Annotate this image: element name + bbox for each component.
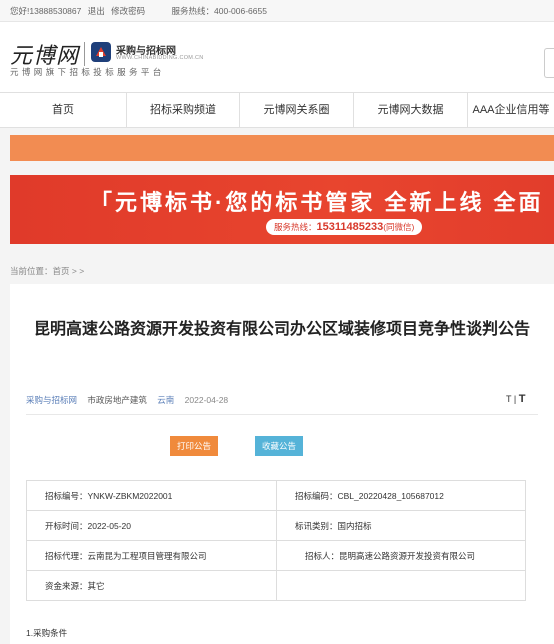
nav-item-bigdata[interactable]: 元博网大数据 — [354, 93, 468, 127]
banner-hotline-label: 服务热线： — [274, 222, 317, 232]
logo-divider — [84, 42, 85, 66]
bid-code: 招标编码：CBL_20220428_105687012 — [295, 491, 444, 501]
main-nav: 首页 招标采购频道 元博网关系圈 元博网大数据 AAA企业信用等 — [0, 92, 554, 128]
publish-date: 2022-04-28 — [184, 395, 229, 405]
change-password-link[interactable]: 修改密码 — [111, 6, 145, 16]
breadcrumb: 当前位置：首页 > > — [10, 266, 85, 276]
top-bar: 您好!13888530867 退出 修改密码 服务热线：400-006-6655 — [0, 0, 554, 22]
service-hotline: 服务热线：400-006-6655 — [171, 6, 267, 16]
search-input[interactable] — [544, 48, 554, 78]
print-button[interactable]: 打印公告 — [170, 436, 219, 456]
nav-item-procurement[interactable]: 招标采购频道 — [127, 93, 240, 127]
source-link[interactable]: 采购与招标网 — [26, 395, 77, 405]
chinabidding-logo-icon — [91, 42, 111, 62]
info-table: 招标编号：YNKW-ZBKM2022001 招标编码：CBL_20220428_… — [26, 480, 526, 601]
article-panel: 昆明高速公路资源开发投资有限公司办公区域装修项目竞争性谈判公告 采购与招标网 市… — [10, 284, 554, 644]
category-label: 市政房地产建筑 — [87, 395, 147, 405]
promo-strip[interactable] — [10, 135, 554, 161]
font-large-button[interactable]: T — [519, 393, 526, 405]
divider — [26, 414, 538, 415]
banner-hotline-suffix: (同微信) — [383, 222, 415, 232]
tenderer: 招标人：昆明高速公路资源开发投资有限公司 — [305, 551, 476, 561]
logout-link[interactable]: 退出 — [88, 6, 105, 16]
bid-type: 标讯类别：国内招标 — [295, 521, 372, 531]
font-small-button[interactable]: T — [506, 394, 511, 404]
promo-banner[interactable]: 「元博标书·您的标书管家 全新上线 全面 服务热线：15311485233(同微… — [10, 175, 554, 244]
nav-item-circle[interactable]: 元博网关系圈 — [240, 93, 354, 127]
nav-item-home[interactable]: 首页 — [0, 93, 127, 127]
nav-item-credit[interactable]: AAA企业信用等 — [468, 93, 554, 127]
banner-hotline: 服务热线：15311485233(同微信) — [266, 219, 423, 235]
user-greeting: 您好!13888530867 — [10, 6, 82, 16]
site-slogan: 元博网旗下招标投标服务平台 — [10, 67, 165, 77]
article-meta: 采购与招标网 市政房地产建筑 云南 2022-04-28 — [26, 394, 228, 406]
section-heading: 1.采购条件 — [26, 628, 68, 638]
funding-source: 资金来源：其它 — [45, 581, 105, 591]
partner-url: WWW.CHINABIDDING.COM.CN — [116, 55, 204, 61]
bid-number: 招标编号：YNKW-ZBKM2022001 — [45, 491, 173, 501]
region-link[interactable]: 云南 — [157, 395, 174, 405]
banner-headline: 「元博标书·您的标书管家 全新上线 全面 — [90, 190, 544, 215]
bid-agent: 招标代理：云南昆为工程项目管理有限公司 — [45, 551, 207, 561]
page-title: 昆明高速公路资源开发投资有限公司办公区域装修项目竞争性谈判公告 — [33, 321, 530, 338]
banner-hotline-number: 15311485233 — [316, 221, 384, 233]
site-header: 元博网 采购与招标网 WWW.CHINABIDDING.COM.CN 元博网旗下… — [0, 22, 554, 92]
favorite-button[interactable]: 收藏公告 — [255, 436, 304, 456]
font-size-switcher: T | T — [506, 393, 526, 405]
open-date: 开标时间：2022-05-20 — [45, 521, 131, 531]
